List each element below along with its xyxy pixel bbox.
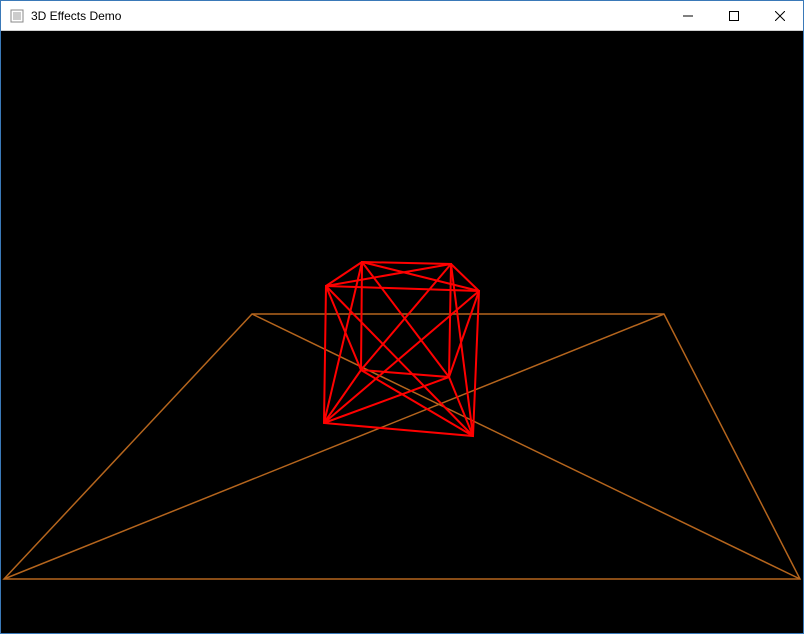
scene-background (1, 31, 803, 633)
minimize-button[interactable] (665, 1, 711, 30)
app-window: 3D Effects Demo (0, 0, 804, 634)
scene-canvas (1, 31, 803, 633)
maximize-button[interactable] (711, 1, 757, 30)
app-icon (9, 8, 25, 24)
render-viewport[interactable] (1, 31, 803, 633)
close-button[interactable] (757, 1, 803, 30)
window-controls (665, 1, 803, 30)
titlebar[interactable]: 3D Effects Demo (1, 1, 803, 31)
window-title: 3D Effects Demo (31, 9, 121, 23)
